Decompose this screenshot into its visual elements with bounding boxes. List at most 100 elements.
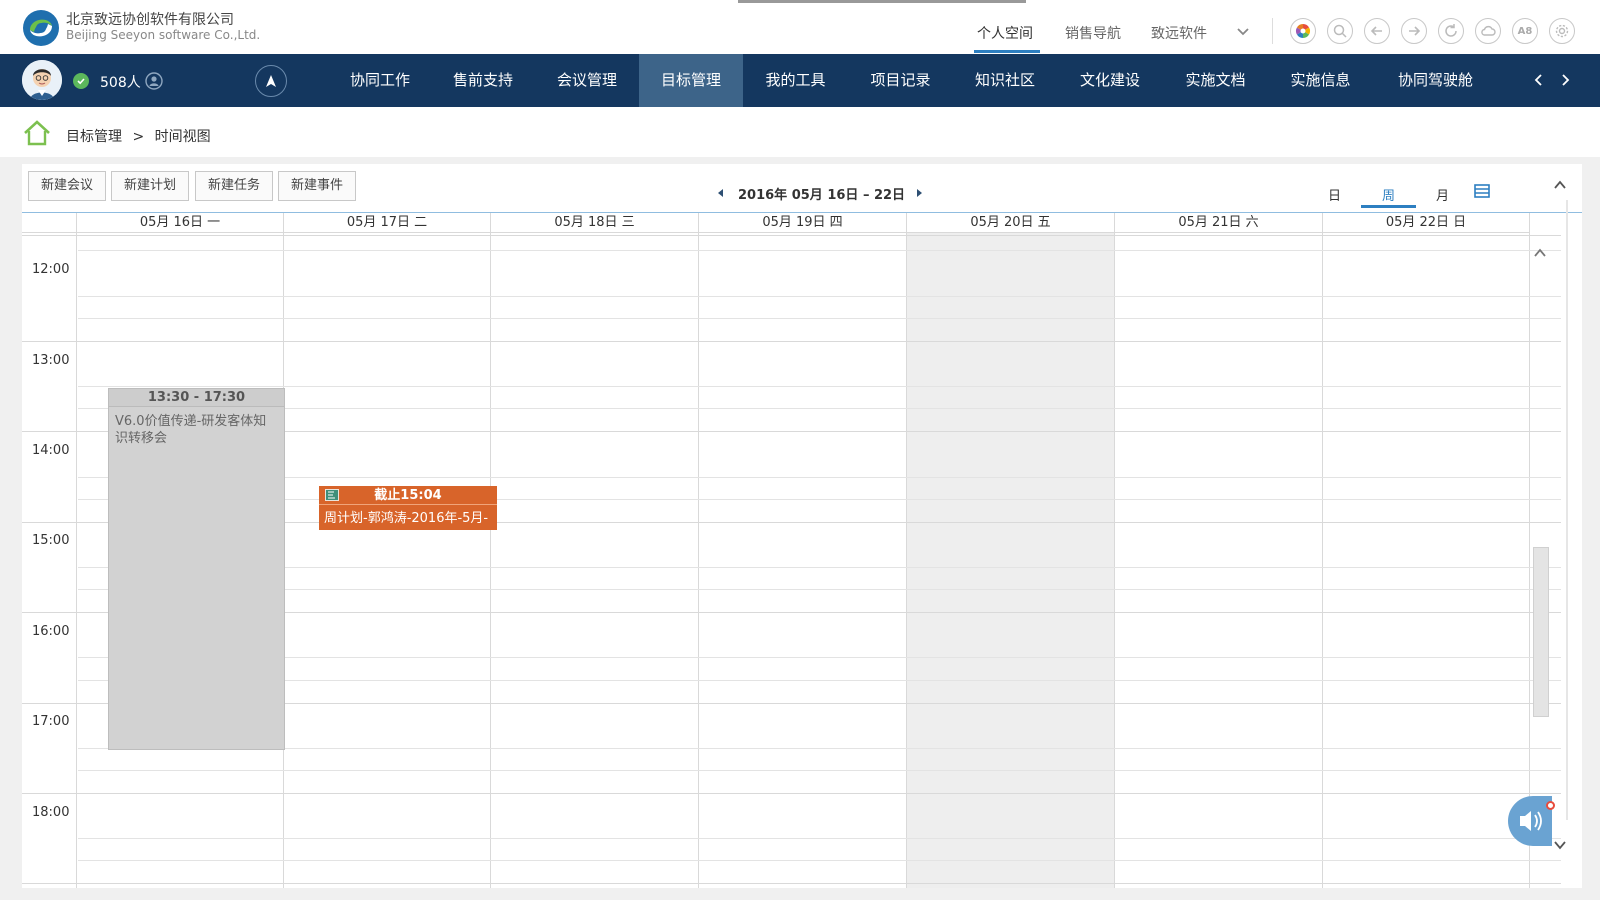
grid-line — [78, 748, 1561, 749]
day-column-tue[interactable] — [283, 233, 490, 888]
chevron-down-icon[interactable] — [1236, 27, 1250, 37]
day-header-mon[interactable]: 05月 16日 一 — [76, 213, 283, 233]
menu-item-project-records[interactable]: 项目记录 — [848, 54, 953, 107]
company-name-cn: 北京致远协创软件有限公司 — [66, 12, 234, 28]
month-view-button[interactable]: 月 — [1436, 185, 1449, 204]
day-column-thu[interactable] — [698, 233, 906, 888]
menu-item-implementation-docs[interactable]: 实施文档 — [1163, 54, 1268, 107]
day-header-fri[interactable]: 05月 20日 五 — [906, 213, 1114, 233]
top-notch-bar — [738, 0, 1026, 3]
grid-line — [78, 296, 1561, 297]
search-icon[interactable] — [1327, 18, 1353, 44]
calendar-scroll-up-icon[interactable] — [1533, 246, 1547, 260]
grid-line — [22, 235, 1561, 236]
person-icon[interactable] — [145, 72, 163, 90]
header-divider — [1272, 18, 1273, 44]
grid-line — [22, 883, 1561, 884]
menu-item-implementation-info[interactable]: 实施信息 — [1268, 54, 1373, 107]
new-event-button[interactable]: 新建事件 — [278, 171, 357, 201]
meeting-event-time: 13:30 - 17:30 — [109, 389, 284, 407]
calendar-panel: 新建会议 新建计划 新建任务 新建事件 2016年 05月 16日 – 22日 … — [22, 164, 1582, 888]
time-label-13: 13:00 — [32, 353, 70, 368]
day-header-sat[interactable]: 05月 21日 六 — [1114, 213, 1322, 233]
time-label-12: 12:00 — [32, 262, 70, 277]
grid-line — [78, 680, 1561, 681]
day-column-sun[interactable] — [1322, 233, 1530, 888]
menu-scroll-left-icon[interactable] — [1530, 71, 1548, 89]
menu-item-meetings[interactable]: 会议管理 — [535, 54, 639, 107]
refresh-icon[interactable] — [1438, 18, 1464, 44]
list-view-icon[interactable] — [1474, 184, 1490, 198]
next-week-icon[interactable] — [912, 186, 926, 200]
previous-week-icon[interactable] — [714, 186, 728, 200]
breadcrumb-current-page: 时间视图 — [154, 129, 211, 145]
day-column-fri[interactable] — [906, 233, 1114, 888]
day-header-thu[interactable]: 05月 19日 四 — [698, 213, 906, 233]
top-nav-personal-space[interactable]: 个人空间 — [977, 23, 1033, 43]
new-meeting-button[interactable]: 新建会议 — [28, 171, 107, 201]
day-view-button[interactable]: 日 — [1328, 185, 1341, 204]
menu-item-goal-management[interactable]: 目标管理 — [639, 54, 743, 107]
page-scroll-down-icon[interactable] — [1553, 838, 1567, 852]
back-icon[interactable] — [1364, 18, 1390, 44]
day-header-tue[interactable]: 05月 17日 二 — [283, 213, 490, 233]
grid-line — [78, 477, 1561, 478]
page-scroll-up-icon[interactable] — [1553, 178, 1567, 192]
menu-item-cockpit[interactable]: 协同驾驶舱 — [1373, 54, 1498, 107]
week-grid: 12:00 13:00 14:00 15:00 16:00 17:00 18:0… — [22, 233, 1561, 888]
font-size-icon[interactable]: A8 — [1512, 18, 1538, 44]
new-plan-button[interactable]: 新建计划 — [111, 171, 190, 201]
calendar-scroll-thumb[interactable] — [1533, 547, 1549, 717]
grid-line — [78, 838, 1561, 839]
grid-line — [78, 250, 1561, 251]
online-status-icon — [73, 73, 89, 89]
speaker-icon[interactable] — [1508, 796, 1555, 846]
grid-line — [22, 793, 1561, 794]
grid-line — [78, 860, 1561, 861]
grid-line — [78, 657, 1561, 658]
notification-dot — [1546, 801, 1555, 810]
settings-icon[interactable] — [1549, 18, 1575, 44]
top-nav-seeyon-software[interactable]: 致远软件 — [1151, 23, 1207, 43]
calendar-scrollbar[interactable] — [1561, 233, 1582, 888]
menu-item-knowledge-community[interactable]: 知识社区 — [953, 54, 1057, 107]
meeting-event-title: V6.0价值传递-研发客体知识转移会 — [115, 414, 267, 446]
grid-line — [78, 567, 1561, 568]
time-label-17: 17:00 — [32, 714, 70, 729]
home-icon[interactable] — [22, 118, 52, 148]
main-menubar: 508人 协同工作 售前支持 会议管理 目标管理 我的工具 项目记录 知识社区 … — [0, 54, 1600, 107]
day-header-wed[interactable]: 05月 18日 三 — [490, 213, 698, 233]
company-name-en: Beijing Seeyon software Co.,Ltd. — [66, 28, 261, 42]
menu-item-culture[interactable]: 文化建设 — [1057, 54, 1163, 107]
breadcrumb-section[interactable]: 目标管理 — [66, 129, 122, 145]
plan-icon — [325, 489, 339, 501]
grid-line — [78, 408, 1561, 409]
avatar[interactable] — [22, 60, 62, 100]
new-task-button[interactable]: 新建任务 — [195, 171, 274, 201]
top-nav-sales-navigation[interactable]: 销售导航 — [1065, 23, 1121, 43]
week-view-button[interactable]: 周 — [1382, 185, 1395, 204]
top-header: 北京致远协创软件有限公司 Beijing Seeyon software Co.… — [0, 0, 1600, 54]
menu-item-my-tools[interactable]: 我的工具 — [743, 54, 848, 107]
forward-icon[interactable] — [1401, 18, 1427, 44]
grid-line — [78, 770, 1561, 771]
grid-line — [22, 341, 1561, 342]
seeyon-logo — [23, 10, 59, 46]
menu-item-collaboration[interactable]: 协同工作 — [329, 54, 431, 107]
day-column-sat[interactable] — [1114, 233, 1322, 888]
online-user-count[interactable]: 508人 — [100, 72, 141, 92]
breadcrumb: 目标管理 > 时间视图 — [66, 126, 211, 146]
meeting-event[interactable]: 13:30 - 17:30 V6.0价值传递-研发客体知识转移会 — [108, 388, 285, 750]
plan-event[interactable]: 截止15:04 周计划-郭鸿涛-2016年-5月- — [319, 486, 497, 530]
day-column-wed[interactable] — [490, 233, 698, 888]
time-label-18: 18:00 — [32, 805, 70, 820]
page-scroll-track — [1566, 200, 1568, 820]
day-header-sun[interactable]: 05月 22日 日 — [1322, 213, 1530, 233]
menu-scroll-right-icon[interactable] — [1556, 71, 1574, 89]
menu-item-presales[interactable]: 售前支持 — [431, 54, 535, 107]
breadcrumb-separator: > — [132, 129, 145, 145]
time-label-14: 14:00 — [32, 443, 70, 458]
navigation-arrow-icon[interactable] — [255, 65, 287, 97]
cloud-icon[interactable] — [1475, 18, 1501, 44]
color-wheel-icon[interactable] — [1290, 18, 1316, 44]
